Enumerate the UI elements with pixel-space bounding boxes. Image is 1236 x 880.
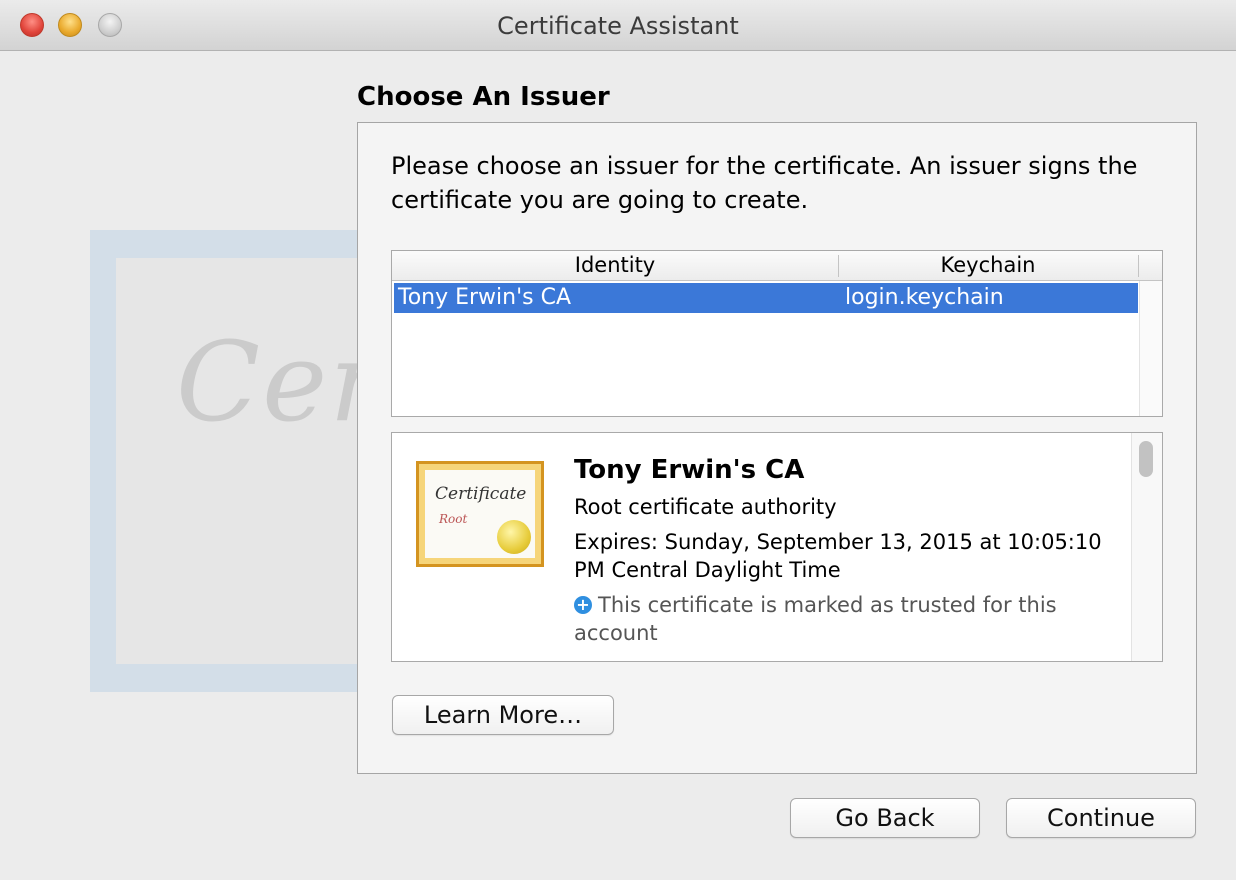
instructions-text: Please choose an issuer for the certific… xyxy=(391,152,1138,214)
certificate-expiry: Expires: Sunday, September 13, 2015 at 1… xyxy=(574,530,1102,582)
title-bar[interactable]: Certificate Assistant xyxy=(0,0,1236,51)
trust-status: + This certificate is marked as trusted f… xyxy=(574,591,1134,647)
certificate-icon-sub: Root xyxy=(439,512,468,526)
certificate-icon-word: Certificate xyxy=(435,484,527,504)
scrollbar-thumb[interactable] xyxy=(1139,441,1153,477)
issuer-table[interactable]: Identity Keychain Tony Erwin's CA login.… xyxy=(391,250,1163,417)
certificate-assistant-window: Certificate Assistant Certif Choose An I… xyxy=(0,0,1236,880)
certificate-icon: Certificate Root xyxy=(416,461,544,567)
certificate-name: Tony Erwin's CA xyxy=(574,455,805,485)
learn-more-button[interactable]: Learn More… xyxy=(392,695,614,735)
column-header-identity[interactable]: Identity xyxy=(392,253,838,277)
window-title: Certificate Assistant xyxy=(497,12,739,40)
details-scrollbar[interactable] xyxy=(1131,433,1162,661)
page-heading: Choose An Issuer xyxy=(357,82,610,112)
table-header: Identity Keychain xyxy=(392,251,1162,281)
table-row[interactable]: Tony Erwin's CA login.keychain xyxy=(394,283,1138,313)
column-header-keychain[interactable]: Keychain xyxy=(838,253,1138,277)
plus-circle-icon: + xyxy=(574,596,592,614)
certificate-paper: Certificate Root xyxy=(425,470,535,558)
continue-button[interactable]: Continue xyxy=(1006,798,1196,838)
go-back-button[interactable]: Go Back xyxy=(790,798,980,838)
cell-keychain: login.keychain xyxy=(845,285,1004,310)
trust-status-text: This certificate is marked as trusted fo… xyxy=(574,593,1057,645)
content-panel: Please choose an issuer for the certific… xyxy=(357,122,1197,774)
certificate-details: Certificate Root Tony Erwin's CA Root ce… xyxy=(391,432,1163,662)
table-scrollbar[interactable] xyxy=(1139,281,1162,416)
certificate-type: Root certificate authority xyxy=(574,495,837,519)
cell-identity: Tony Erwin's CA xyxy=(398,285,572,310)
column-divider[interactable] xyxy=(1138,255,1139,277)
seal-icon xyxy=(497,520,531,554)
